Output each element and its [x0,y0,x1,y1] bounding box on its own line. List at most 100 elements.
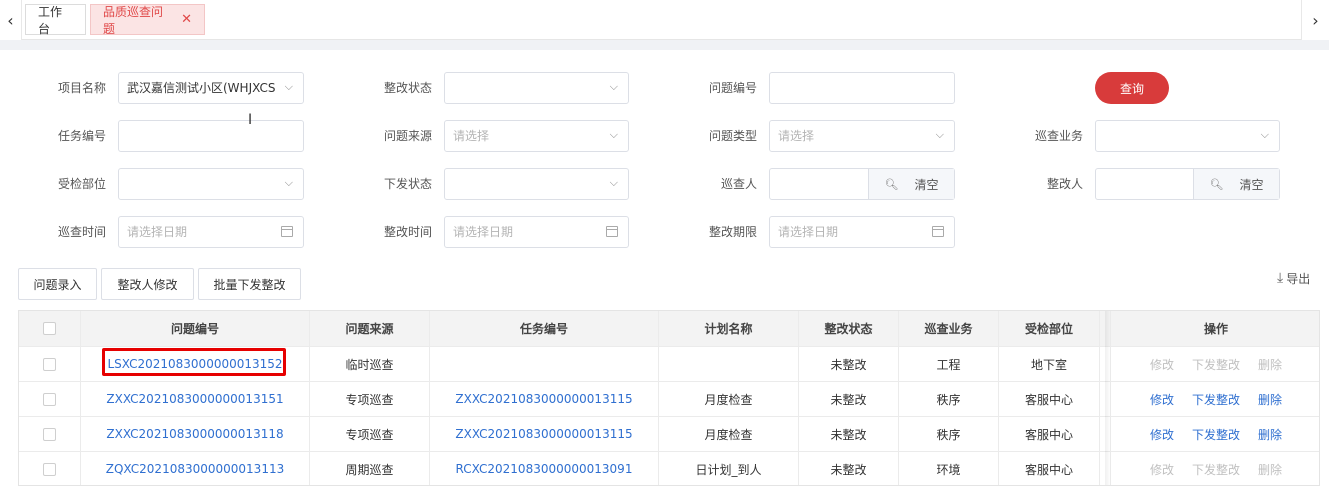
row-ops: 修改 下发整改 删除 [1111,452,1319,485]
export-label: 导出 [1286,271,1311,286]
tab-label: 品质巡查问题 [103,4,164,36]
scroll-left-icon[interactable]: ‹ [0,0,22,40]
rect-time-label: 整改时间 [383,225,432,239]
table-row: ZXXC2021083000000013151 专项巡查 ZXXC202108300… [19,382,1319,417]
calendar-icon [606,226,618,237]
cell-status: 未整改 [799,347,899,381]
rect-deadline-picker[interactable]: 请选择日期 [769,216,955,248]
row-checkbox[interactable] [43,357,56,371]
query-button[interactable]: 查询 [1095,72,1169,104]
dispatch-link[interactable]: 下发整改 [1192,391,1240,408]
cell-task-no[interactable]: RCXC2021083000000013091 [430,452,659,485]
inspector-clear-button[interactable]: 🔍︎ 清空 [868,169,954,199]
scroll-right-icon[interactable]: › [1301,0,1329,40]
rectifier-search[interactable]: 🔍︎ 清空 [1095,168,1280,200]
issue-entry-button[interactable]: 问题录入 [18,268,97,300]
rect-status-label: 整改状态 [383,81,432,95]
rectifier-clear-button[interactable]: 🔍︎ 清空 [1193,169,1279,199]
delete-link[interactable]: 删除 [1258,391,1282,408]
text-cursor-icon: I [248,112,253,128]
task-no-input[interactable] [118,120,304,152]
cell-dept: 客服中心 [999,452,1100,485]
dispatch-link[interactable]: 下发整改 [1192,356,1240,373]
calendar-icon [932,226,944,237]
dispatch-status-select[interactable]: ⌵ [444,168,629,200]
cell-source: 临时巡查 [310,347,430,381]
row-checkbox-cell [19,347,81,381]
main-panel: 项目名称 武汉嘉信测试小区(WHJXCS ⌵ 整改状态 ⌵ 问题编号 查询 任务… [0,50,1329,486]
cell-source: 周期巡查 [310,452,430,485]
cell-dept: 客服中心 [999,382,1100,416]
rectifier-label: 整改人 [1046,177,1083,191]
edit-link[interactable]: 修改 [1150,391,1174,408]
edit-link[interactable]: 修改 [1150,356,1174,373]
issue-no-input[interactable] [769,72,955,104]
cell-issue-no[interactable]: ZQXC2021083000000013113 [81,452,310,485]
select-all-checkbox[interactable] [43,322,56,335]
close-icon[interactable]: ✕ [181,12,192,27]
tab-workbench[interactable]: 工作台 [25,4,86,36]
row-checkbox-cell [19,452,81,485]
tab-quality-patrol-issues[interactable]: 品质巡查问题 ✕ [90,4,205,36]
modify-rectifier-button[interactable]: 整改人修改 [101,268,194,300]
cell-task-no[interactable]: ZXXC2021083000000013115 [430,417,659,451]
header-plan: 计划名称 [659,311,799,346]
header-task-no: 任务编号 [430,311,659,346]
row-checkbox[interactable] [43,427,56,441]
header-business: 巡查业务 [899,311,999,346]
rect-deadline-label: 整改期限 [708,225,757,239]
delete-link[interactable]: 删除 [1258,356,1282,373]
cell-plan [659,347,799,381]
dispatch-status-label: 下发状态 [383,177,432,191]
rect-time-picker[interactable]: 请选择日期 [444,216,629,248]
delete-link[interactable]: 删除 [1258,461,1282,478]
row-checkbox[interactable] [43,462,56,476]
cell-issue-no[interactable]: ZXXC2021083000000013151 [81,382,310,416]
cell-task-no[interactable] [430,347,659,381]
table-row: ZXXC2021083000000013118 专项巡查 ZXXC202108300… [19,417,1319,452]
inspected-dept-select[interactable]: ⌵ [118,168,304,200]
cell-status: 未整改 [799,452,899,485]
issue-type-select[interactable]: 请选择 ⌵ [769,120,955,152]
edit-link[interactable]: 修改 [1150,426,1174,443]
dispatch-link[interactable]: 下发整改 [1192,426,1240,443]
dispatch-link[interactable]: 下发整改 [1192,461,1240,478]
project-name-select[interactable]: 武汉嘉信测试小区(WHJXCS ⌵ [118,72,304,104]
cell-business: 秩序 [899,417,999,451]
issue-type-label: 问题类型 [708,129,757,143]
table-header: 问题编号 问题来源 任务编号 计划名称 整改状态 巡查业务 受检部位 操作 [19,311,1319,347]
header-ops: 操作 [1203,322,1228,336]
row-ops-group: 修改 下发整改 删除 [1150,426,1282,443]
edit-link[interactable]: 修改 [1150,461,1174,478]
cell-plan: 月度检查 [659,382,799,416]
tab-bar: ‹ 工作台 品质巡查问题 ✕ › [0,0,1329,40]
issue-source-label: 问题来源 [383,129,432,143]
cell-dept: 客服中心 [999,417,1100,451]
download-icon: ⤓ [1277,270,1284,286]
row-ops-group: 修改 下发整改 删除 [1150,461,1282,478]
rect-time-placeholder: 请选择日期 [453,225,514,239]
chevron-down-icon: ⌵ [1260,128,1269,141]
inspector-search[interactable]: 🔍︎ 清空 [769,168,955,200]
issue-no-label: 问题编号 [708,81,757,95]
export-button[interactable]: ⤓ 导出 [1277,268,1310,288]
cell-task-no[interactable]: ZXXC2021083000000013115 [430,382,659,416]
chevron-down-icon: ⌵ [609,128,618,141]
row-checkbox[interactable] [43,392,56,406]
inspected-dept-label: 受检部位 [57,177,106,191]
tab-label: 工作台 [38,4,63,36]
patrol-business-select[interactable]: ⌵ [1095,120,1280,152]
delete-link[interactable]: 删除 [1258,426,1282,443]
chevron-down-icon: ⌵ [609,176,618,189]
issues-table: 问题编号 问题来源 任务编号 计划名称 整改状态 巡查业务 受检部位 操作 LS… [18,310,1320,486]
cell-source: 专项巡查 [310,417,430,451]
cell-source: 专项巡查 [310,382,430,416]
cell-issue-no[interactable]: ZXXC2021083000000013118 [81,417,310,451]
rect-status-select[interactable]: ⌵ [444,72,629,104]
row-ops-group: 修改 下发整改 删除 [1150,391,1282,408]
patrol-time-picker[interactable]: 请选择日期 [118,216,304,248]
cell-status: 未整改 [799,417,899,451]
batch-dispatch-button[interactable]: 批量下发整改 [198,268,301,300]
issue-source-select[interactable]: 请选择 ⌵ [444,120,629,152]
issue-source-placeholder: 请选择 [453,129,490,143]
